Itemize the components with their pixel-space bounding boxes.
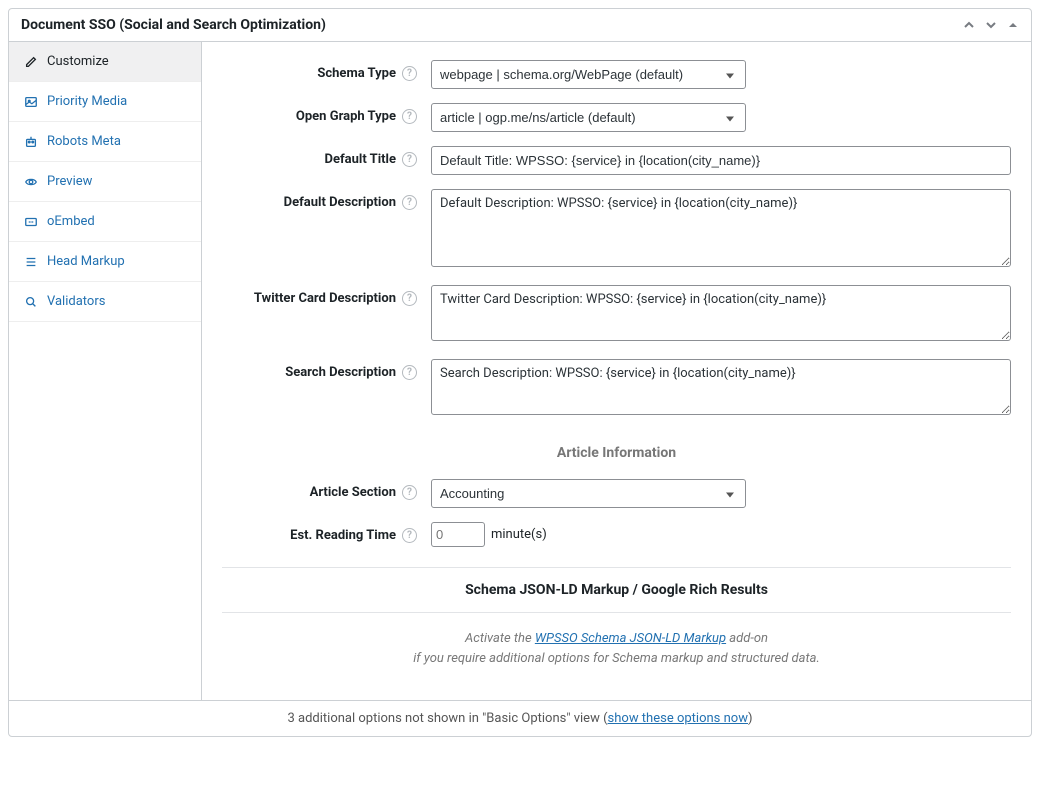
label-search-description: Search Description ?: [222, 359, 417, 380]
textarea-search-description[interactable]: Search Description: WPSSO: {service} in …: [431, 359, 1011, 415]
label-article-section: Article Section ?: [222, 479, 417, 500]
label-reading-time: Est. Reading Time ?: [222, 522, 417, 543]
row-open-graph-type: Open Graph Type ? article | ogp.me/ns/ar…: [222, 103, 1011, 132]
select-article-section-wrap: Accounting: [431, 479, 746, 508]
label-text: Est. Reading Time: [290, 528, 396, 543]
help-icon[interactable]: ?: [402, 109, 417, 124]
select-schema-type[interactable]: webpage | schema.org/WebPage (default): [431, 60, 746, 89]
panel-header: Document SSO (Social and Search Optimiza…: [9, 9, 1031, 42]
label-text: Article Section: [310, 485, 396, 500]
help-icon[interactable]: ?: [402, 365, 417, 380]
tab-label: Priority Media: [47, 94, 127, 109]
select-schema-type-wrap: webpage | schema.org/WebPage (default): [431, 60, 746, 89]
robot-icon: [23, 135, 39, 149]
help-icon[interactable]: ?: [402, 66, 417, 81]
form-content: Schema Type ? webpage | schema.org/WebPa…: [202, 42, 1031, 700]
label-open-graph-type: Open Graph Type ?: [222, 103, 417, 124]
search-icon: [23, 295, 39, 309]
addon-note: Activate the WPSSO Schema JSON-LD Markup…: [222, 629, 1011, 668]
label-default-description: Default Description ?: [222, 189, 417, 210]
article-info-heading: Article Information: [222, 445, 1011, 461]
list-icon: [23, 255, 39, 269]
row-twitter-description: Twitter Card Description ? Twitter Card …: [222, 285, 1011, 345]
pencil-icon: [23, 55, 39, 69]
row-reading-time: Est. Reading Time ? minute(s): [222, 522, 1011, 547]
tab-label: Customize: [47, 54, 109, 69]
label-text: Twitter Card Description: [254, 291, 396, 306]
tab-priority-media[interactable]: Priority Media: [9, 82, 201, 122]
textarea-twitter-description[interactable]: Twitter Card Description: WPSSO: {servic…: [431, 285, 1011, 341]
schema-json-ld-banner: Schema JSON-LD Markup / Google Rich Resu…: [222, 567, 1011, 613]
panel-footer: 3 additional options not shown in "Basic…: [9, 700, 1031, 736]
footer-prefix: 3 additional options not shown in "Basic…: [288, 711, 608, 726]
tab-label: oEmbed: [47, 214, 95, 229]
tab-label: Preview: [47, 174, 92, 189]
panel-up-icon[interactable]: [963, 19, 975, 31]
embed-icon: [23, 215, 39, 229]
tab-preview[interactable]: Preview: [9, 162, 201, 202]
panel-title: Document SSO (Social and Search Optimiza…: [21, 17, 326, 33]
help-icon[interactable]: ?: [402, 152, 417, 167]
select-open-graph-type-wrap: article | ogp.me/ns/article (default): [431, 103, 746, 132]
label-text: Default Description: [284, 195, 396, 210]
select-article-section[interactable]: Accounting: [431, 479, 746, 508]
tab-list: Customize Priority Media Robots Meta Pre…: [9, 42, 202, 700]
tab-label: Robots Meta: [47, 134, 121, 149]
help-icon[interactable]: ?: [402, 485, 417, 500]
panel-down-icon[interactable]: [985, 19, 997, 31]
panel-controls: [963, 19, 1019, 31]
sso-panel: Document SSO (Social and Search Optimiza…: [8, 8, 1032, 737]
label-text: Default Title: [325, 152, 396, 167]
help-icon[interactable]: ?: [402, 195, 417, 210]
label-text: Open Graph Type: [296, 109, 396, 124]
select-open-graph-type[interactable]: article | ogp.me/ns/article (default): [431, 103, 746, 132]
tab-customize[interactable]: Customize: [9, 42, 201, 82]
tab-robots-meta[interactable]: Robots Meta: [9, 122, 201, 162]
label-twitter-description: Twitter Card Description ?: [222, 285, 417, 306]
footer-suffix: ): [748, 711, 753, 726]
addon-note-prefix: Activate the: [465, 631, 535, 646]
show-options-link[interactable]: show these options now: [608, 711, 748, 726]
input-reading-time[interactable]: [431, 522, 485, 547]
row-schema-type: Schema Type ? webpage | schema.org/WebPa…: [222, 60, 1011, 89]
tab-validators[interactable]: Validators: [9, 282, 201, 322]
addon-link[interactable]: WPSSO Schema JSON-LD Markup: [535, 631, 726, 646]
row-article-section: Article Section ? Accounting: [222, 479, 1011, 508]
help-icon[interactable]: ?: [402, 291, 417, 306]
label-text: Search Description: [285, 365, 396, 380]
panel-body: Customize Priority Media Robots Meta Pre…: [9, 42, 1031, 700]
panel-collapse-icon[interactable]: [1007, 19, 1019, 31]
image-icon: [23, 95, 39, 109]
tab-head-markup[interactable]: Head Markup: [9, 242, 201, 282]
row-default-description: Default Description ? Default Descriptio…: [222, 189, 1011, 271]
label-schema-type: Schema Type ?: [222, 60, 417, 81]
addon-note-line2: if you require additional options for Sc…: [413, 651, 820, 666]
label-text: Schema Type: [317, 66, 396, 81]
help-icon[interactable]: ?: [402, 528, 417, 543]
row-default-title: Default Title ?: [222, 146, 1011, 175]
textarea-default-description[interactable]: Default Description: WPSSO: {service} in…: [431, 189, 1011, 267]
tab-label: Validators: [47, 294, 105, 309]
tab-label: Head Markup: [47, 254, 125, 269]
input-default-title[interactable]: [431, 146, 1011, 175]
reading-time-suffix: minute(s): [491, 527, 547, 542]
addon-note-suffix: add-on: [726, 631, 768, 646]
row-search-description: Search Description ? Search Description:…: [222, 359, 1011, 419]
eye-icon: [23, 175, 39, 189]
label-default-title: Default Title ?: [222, 146, 417, 167]
tab-oembed[interactable]: oEmbed: [9, 202, 201, 242]
